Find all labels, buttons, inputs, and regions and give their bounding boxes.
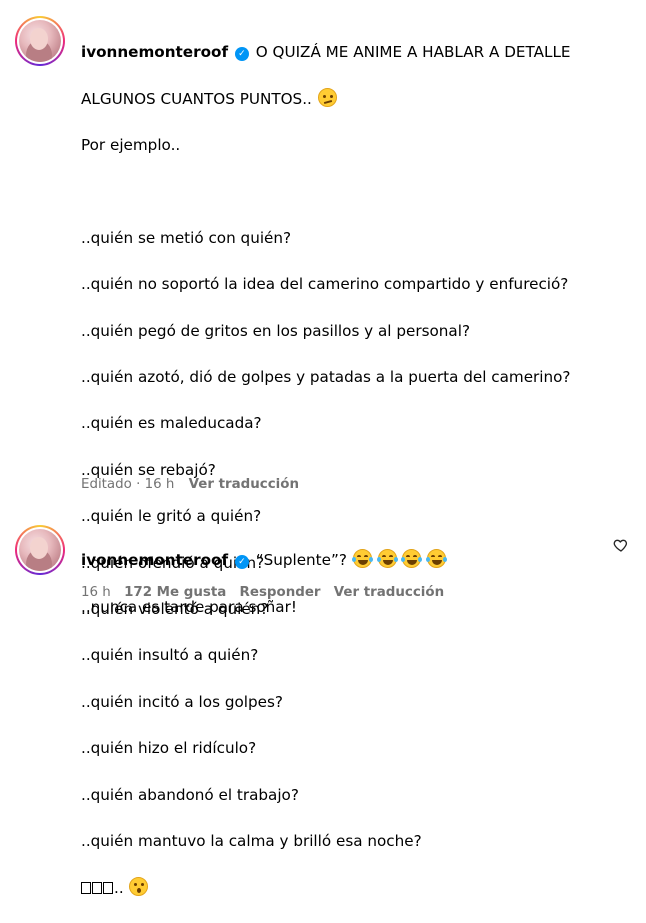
comment-1-last-line: ..	[81, 876, 571, 900]
comment-2-first-line: ivonnemonteroof ✓ “Suplente”?	[81, 549, 448, 572]
translate-link[interactable]: Ver traducción	[189, 477, 299, 492]
question-line: ..quién mantuvo la calma y brilló esa no…	[81, 832, 422, 851]
comment-1-text-line-1: O QUIZÁ ME ANIME A HABLAR A DETALLE	[255, 43, 571, 62]
avatar[interactable]	[15, 16, 65, 66]
edited-timestamp: Editado · 16 h	[81, 477, 175, 492]
laughing-tears-emoji	[376, 549, 398, 569]
last-line-suffix: ..	[114, 878, 124, 897]
verified-badge-icon: ✓	[234, 47, 249, 62]
reply-button[interactable]: Responder	[240, 585, 321, 600]
comment-1-first-line: ivonnemonteroof ✓ O QUIZÁ ME ANIME A HAB…	[81, 41, 571, 64]
missing-glyph-box-icon	[103, 881, 113, 894]
comment-1-second-line: ALGUNOS CUANTOS PUNTOS..	[81, 87, 571, 111]
comment-1-intro: Por ejemplo..	[81, 136, 181, 155]
hushed-face-emoji	[129, 876, 149, 896]
laughing-tears-emoji	[401, 549, 423, 569]
avatar[interactable]	[15, 525, 65, 575]
comment-1-text-line-2: ALGUNOS CUANTOS PUNTOS..	[81, 89, 312, 108]
missing-glyph-box-icon	[92, 881, 102, 894]
avatar-image	[19, 20, 61, 62]
heart-icon[interactable]	[613, 537, 629, 553]
question-line: ..quién se metió con quién?	[81, 228, 292, 247]
question-line: ..quién hizo el ridículo?	[81, 739, 257, 758]
comment-2-meta: 16 h 172 Me gusta Responder Ver traducci…	[81, 585, 444, 600]
comment-time: 16 h	[81, 585, 111, 600]
comment-1-body: ivonnemonteroof ✓ O QUIZÁ ME ANIME A HAB…	[81, 18, 571, 923]
comment-2-body: ivonnemonteroof ✓ “Suplente”? ..nunca es…	[81, 526, 448, 642]
question-line: ..quién insultó a quién?	[81, 646, 259, 665]
question-line: ..quién es maleducada?	[81, 414, 262, 433]
likes-count-link[interactable]: 172 Me gusta	[124, 585, 226, 600]
avatar-image	[19, 529, 61, 571]
laughing-tears-emoji	[351, 549, 373, 569]
laughing-tears-emoji	[426, 549, 448, 569]
question-line: ..quién pegó de gritos en los pasillos y…	[81, 321, 471, 340]
question-line: ..quién no soportó la idea del camerino …	[81, 275, 569, 294]
verified-badge-icon: ✓	[234, 555, 249, 570]
missing-glyph-box-icon	[81, 881, 91, 894]
question-line: ..quién le gritó a quién?	[81, 507, 262, 526]
username[interactable]: ivonnemonteroof	[81, 551, 228, 569]
question-line: ..quién abandonó el trabajo?	[81, 785, 299, 804]
comment-1-meta: Editado · 16 h Ver traducción	[81, 477, 299, 492]
question-line: ..quién incitó a los golpes?	[81, 692, 283, 711]
username[interactable]: ivonnemonteroof	[81, 43, 228, 61]
question-line: ..quién azotó, dió de golpes y patadas a…	[81, 368, 571, 387]
comment-2-text: “Suplente”?	[255, 551, 347, 570]
translate-link[interactable]: Ver traducción	[334, 585, 444, 600]
thinking-face-emoji	[317, 87, 337, 107]
